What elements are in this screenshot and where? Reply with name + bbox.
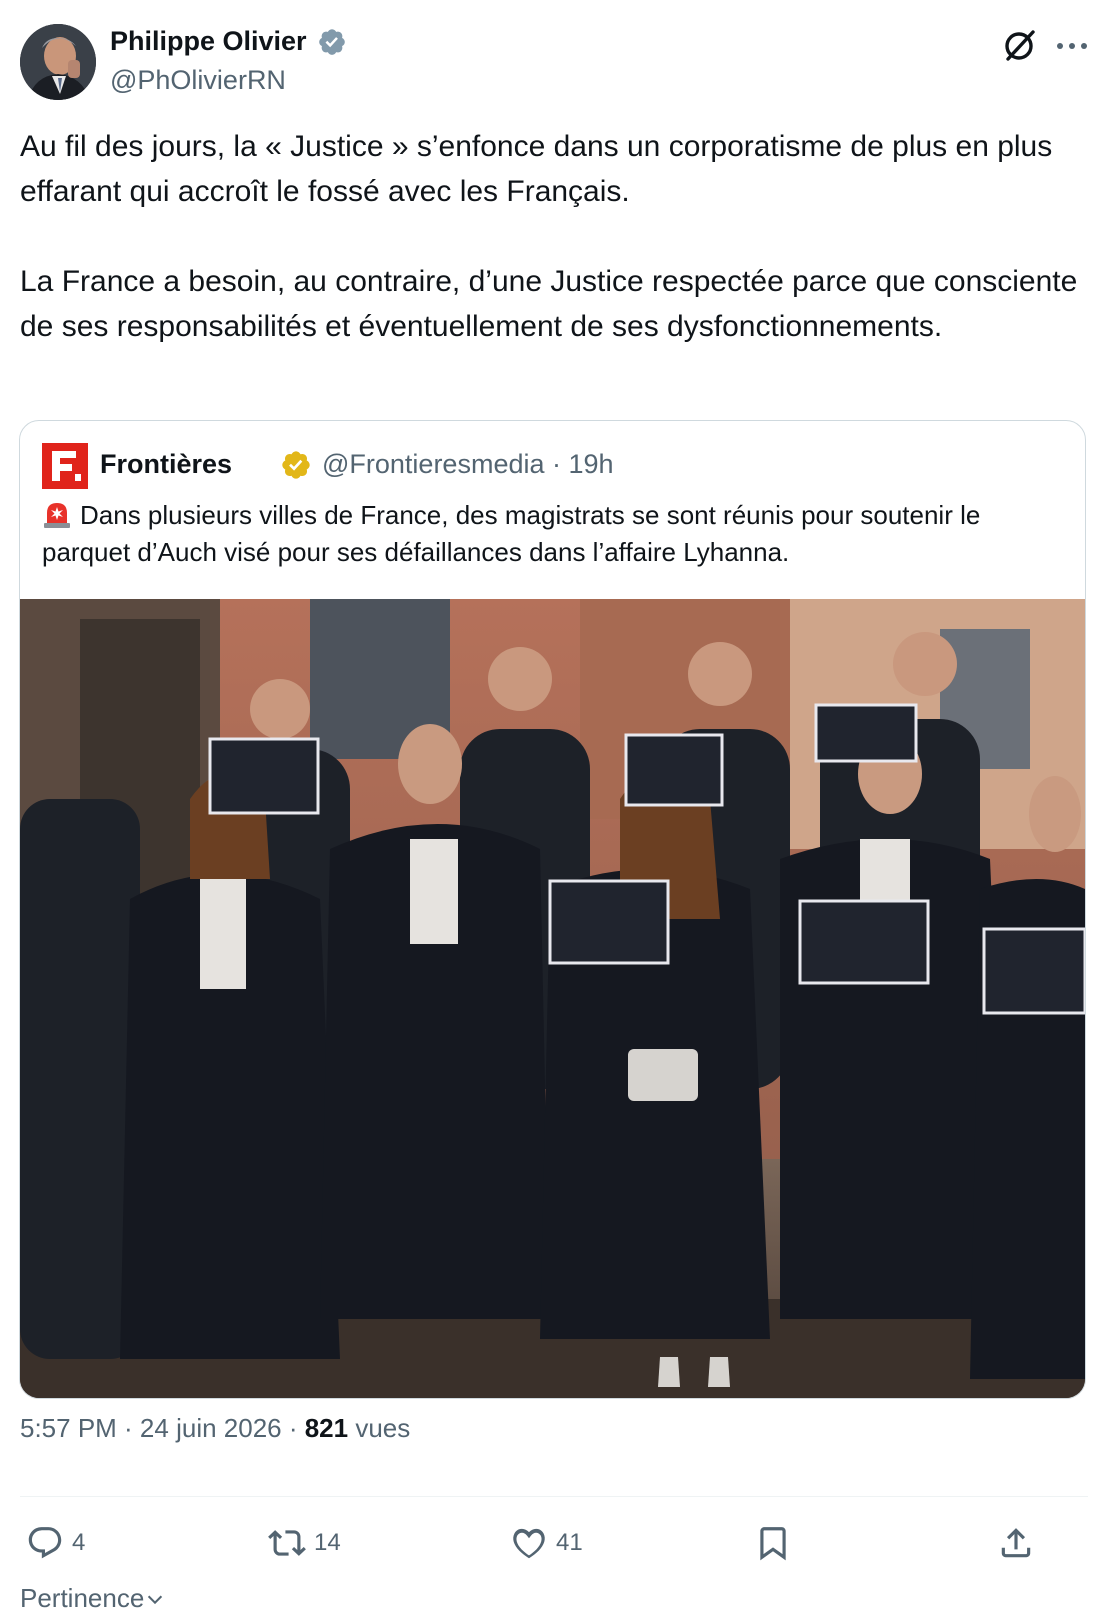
grok-icon[interactable] xyxy=(1000,26,1040,66)
reply-button[interactable]: 4 xyxy=(26,1515,85,1571)
author-handle[interactable]: @PhOlivierRN xyxy=(110,65,347,96)
share-icon xyxy=(1001,1528,1031,1558)
quoted-post[interactable]: Frontières @Frontieresmedia · 19h Dans p… xyxy=(19,420,1086,1399)
avatar-portrait xyxy=(20,24,96,100)
quoted-text-body: Dans plusieurs villes de France, des mag… xyxy=(42,500,981,567)
share-button[interactable] xyxy=(997,1515,1035,1571)
action-bar: 4 14 41 xyxy=(20,1515,1088,1571)
like-icon xyxy=(513,1528,545,1559)
post-metadata: 5:57 PM · 24 juin 2026 · 821 vues xyxy=(20,1413,410,1444)
post-paragraph-1: Au fil des jours, la « Justice » s’enfon… xyxy=(20,130,1053,208)
frontieres-logo xyxy=(42,443,88,489)
quoted-post-header: Frontières @Frontieresmedia · 19h xyxy=(42,443,1062,489)
sort-selector[interactable]: Pertinence xyxy=(20,1583,166,1614)
bookmark-icon xyxy=(760,1527,786,1561)
quoted-handle-time[interactable]: @Frontieresmedia · 19h xyxy=(322,449,614,480)
like-count: 41 xyxy=(556,1529,583,1556)
quoted-avatar[interactable] xyxy=(42,443,88,489)
siren-icon xyxy=(44,503,70,528)
repost-icon xyxy=(268,1530,306,1556)
quoted-post-text: Dans plusieurs villes de France, des mag… xyxy=(42,497,1067,571)
verified-badge-icon xyxy=(319,28,345,55)
post-paragraph-2: La France a besoin, au contraire, d’une … xyxy=(20,265,1078,343)
quoted-photo[interactable] xyxy=(20,599,1085,1398)
views-count: 821 xyxy=(304,1413,349,1443)
quoted-author-name[interactable]: Frontières xyxy=(100,449,232,480)
post-text: Au fil des jours, la « Justice » s’enfon… xyxy=(20,124,1080,349)
reply-count: 4 xyxy=(72,1529,86,1556)
sort-label: Pertinence xyxy=(20,1583,145,1613)
repost-button[interactable]: 14 xyxy=(268,1515,341,1571)
views-label: vues xyxy=(348,1413,411,1443)
author-name[interactable]: Philippe Olivier xyxy=(110,26,307,57)
bookmark-button[interactable] xyxy=(754,1515,792,1571)
repost-count: 14 xyxy=(314,1529,341,1556)
magistrates-photo xyxy=(20,599,1085,1398)
divider xyxy=(20,1496,1088,1497)
avatar[interactable] xyxy=(20,24,96,100)
like-button[interactable]: 41 xyxy=(510,1515,583,1571)
more-icon[interactable] xyxy=(1052,32,1092,60)
chevron-down-icon xyxy=(148,1595,163,1605)
reply-icon xyxy=(28,1527,62,1559)
post-timestamp[interactable]: 5:57 PM · 24 juin 2026 · xyxy=(20,1413,305,1443)
verified-badge-icon xyxy=(282,451,310,479)
post-header: Philippe Olivier @PhOlivierRN xyxy=(20,24,1088,100)
